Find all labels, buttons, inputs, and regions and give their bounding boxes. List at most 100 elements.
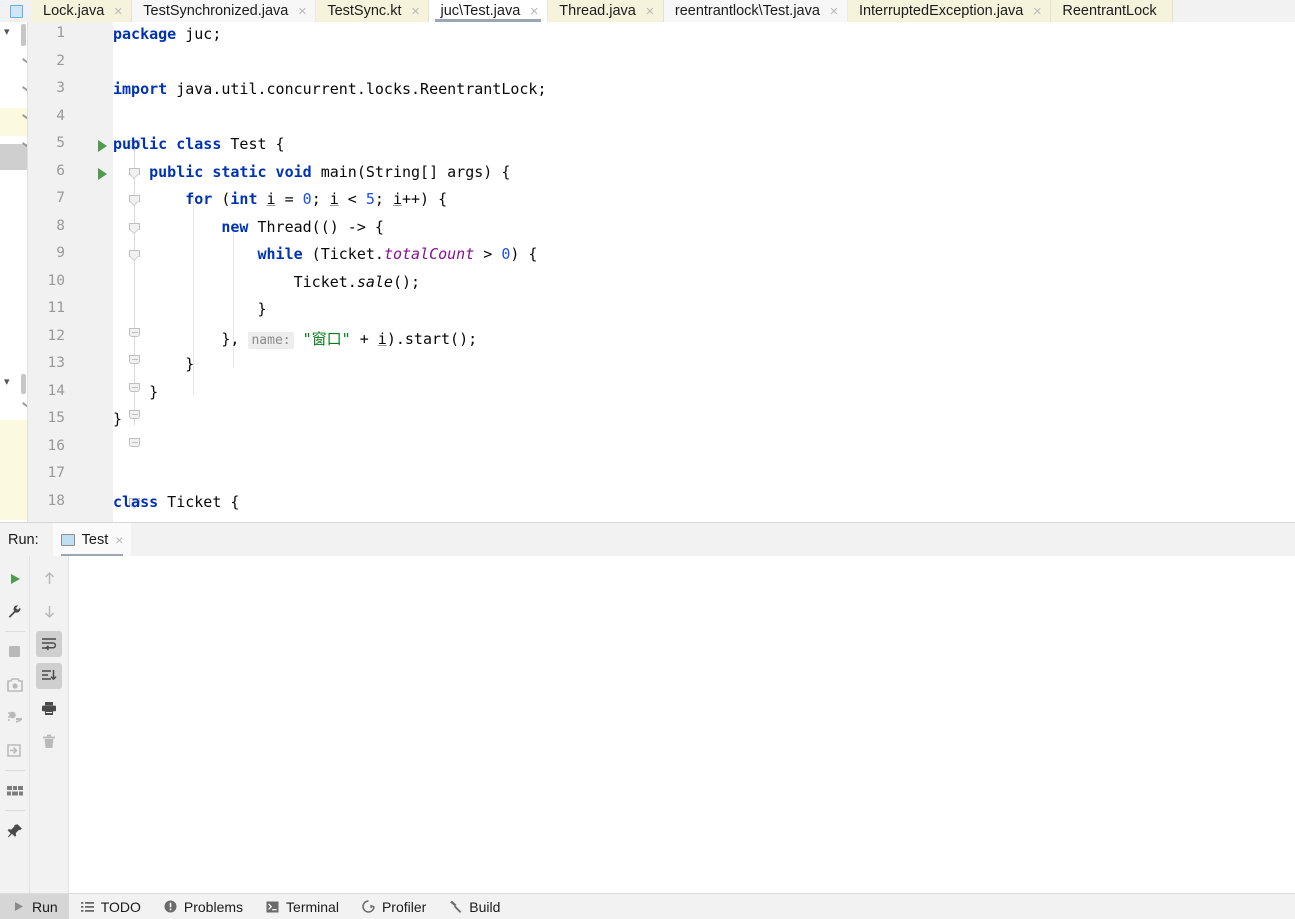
close-icon[interactable]: × [112,4,124,19]
status-bar-label: Build [469,898,501,915]
run-tool-window [0,556,1295,893]
exit-arrow-icon[interactable] [0,734,29,767]
close-icon[interactable]: × [828,4,840,19]
project-panel-sliver[interactable]: ▾ ▾ [0,22,28,522]
rerun-button[interactable] [0,562,29,595]
editor-gutter[interactable]: 1 2 3 4 5 6 7 8 9 10 11 12 13 14 15 16 1… [28,22,140,522]
run-toolbar-right [29,556,68,893]
editor-text-area[interactable]: package juc; import java.util.concurrent… [113,22,1295,522]
line-number: 9 [56,245,65,261]
run-console-output[interactable] [68,556,1295,893]
line-number: 11 [47,300,65,316]
dump-threads-icon[interactable] [0,701,29,734]
code-line: while (Ticket.totalCount > 0) { [257,245,538,263]
editor-tab-juc-test-java[interactable]: juc\Test.java × [429,0,549,22]
line-number: 18 [47,493,65,509]
keyboard-icon[interactable] [0,774,29,807]
terminal-prompt-icon [265,899,280,914]
editor-tab-label: InterruptedException.java [858,3,1024,19]
close-icon[interactable]: × [115,532,123,548]
chevron-down-icon[interactable]: ▾ [4,27,10,38]
editor-tab-label: TestSynchronized.java [143,3,289,19]
code-line: public static void main(String[] args) { [149,163,511,181]
line-number: 3 [56,80,65,96]
close-icon[interactable]: × [1031,4,1043,19]
run-class-gutter-icon[interactable] [98,140,107,152]
line-number: 6 [56,163,65,179]
editor-tab-bar: Lock.java × TestSynchronized.java × Test… [0,0,1295,22]
code-line: package juc; [113,25,222,43]
editor-tab-testsynchronized-java[interactable]: TestSynchronized.java × [132,0,317,22]
soft-wrap-button[interactable] [36,631,62,657]
editor-tab-reentrantlock[interactable]: ReentrantLock [1051,0,1173,22]
play-triangle-small-icon [11,899,26,914]
close-icon[interactable]: × [296,4,308,19]
code-line: import java.util.concurrent.locks.Reentr… [113,80,547,98]
idea-window: Lock.java × TestSynchronized.java × Test… [0,0,1295,919]
settings-button[interactable] [0,595,29,628]
code-line: } [113,300,267,318]
run-toolbar-left [0,556,29,893]
exclamation-circle-icon [163,899,178,914]
arrow-down-icon[interactable] [35,595,64,628]
line-number: 4 [56,108,65,124]
code-editor[interactable]: ▾ ▾ 1 2 3 4 5 6 7 8 9 10 11 12 13 14 15 [0,22,1295,522]
editor-tab-label: Lock.java [43,3,105,19]
trash-icon[interactable] [35,725,64,758]
run-label: Run: [8,531,39,548]
line-number: 7 [56,190,65,206]
editor-tab-reentrantlock-test-java[interactable]: reentrantlock\Test.java × [663,0,848,22]
close-icon[interactable]: × [409,4,421,19]
editor-tab-label: ReentrantLock [1062,3,1157,19]
arrow-up-icon[interactable] [35,562,64,595]
code-line: } [113,410,123,428]
line-number: 5 [56,135,65,151]
camera-icon[interactable] [0,668,29,701]
line-number: 12 [47,328,65,344]
code-line: Ticket.sale(); [113,273,421,291]
code-line: } [113,355,195,373]
run-configuration-icon [60,533,75,546]
status-bar-item-terminal[interactable]: Terminal [254,894,350,919]
line-number: 15 [47,410,65,426]
close-icon[interactable]: × [528,4,540,19]
editor-tab-label: TestSync.kt [327,3,402,19]
status-bar-item-problems[interactable]: Problems [152,894,254,919]
editor-tab-label: Thread.java [559,3,636,19]
scroll-to-end-button[interactable] [36,663,62,689]
stop-button[interactable] [0,635,29,668]
editor-tab-testsync-kt[interactable]: TestSync.kt × [316,0,430,22]
toolbar-divider [4,631,25,632]
editor-tab-label: juc\Test.java [440,3,521,19]
status-bar-item-todo[interactable]: TODO [69,894,152,919]
status-bar-label: TODO [100,898,141,915]
line-number: 8 [56,218,65,234]
line-number: 14 [47,383,65,399]
toolbar-divider [4,770,25,771]
project-files-icon[interactable] [0,0,32,22]
run-tool-window-header: Run: Test × [0,522,1295,557]
editor-tab-interruptedexception-java[interactable]: InterruptedException.java × [847,0,1052,22]
status-bar: Run TODO Problems Terminal Profiler Buil… [0,893,1295,919]
todo-list-icon [80,899,95,914]
run-tab-test[interactable]: Test × [52,522,132,557]
editor-tab-thread-java[interactable]: Thread.java × [548,0,664,22]
code-line: public class Test { [113,135,285,153]
printer-icon[interactable] [35,692,64,725]
pin-icon[interactable] [0,814,29,847]
status-bar-label: Profiler [381,898,427,915]
editor-tab-lock-java[interactable]: Lock.java × [32,0,133,22]
run-method-gutter-icon[interactable] [98,168,107,180]
profiler-gauge-icon [361,899,376,914]
code-line: class Ticket { [113,493,240,511]
status-bar-item-build[interactable]: Build [437,894,511,919]
run-tab-label: Test [81,531,109,548]
status-bar-item-run[interactable]: Run [0,893,69,919]
status-bar-item-profiler[interactable]: Profiler [350,894,437,919]
chevron-down-icon[interactable]: ▾ [4,377,10,388]
line-number: 16 [47,438,65,454]
line-number: 2 [56,53,65,69]
close-icon[interactable]: × [644,4,656,19]
inlay-hint-name: name: [248,332,294,349]
code-line: } [113,383,159,401]
